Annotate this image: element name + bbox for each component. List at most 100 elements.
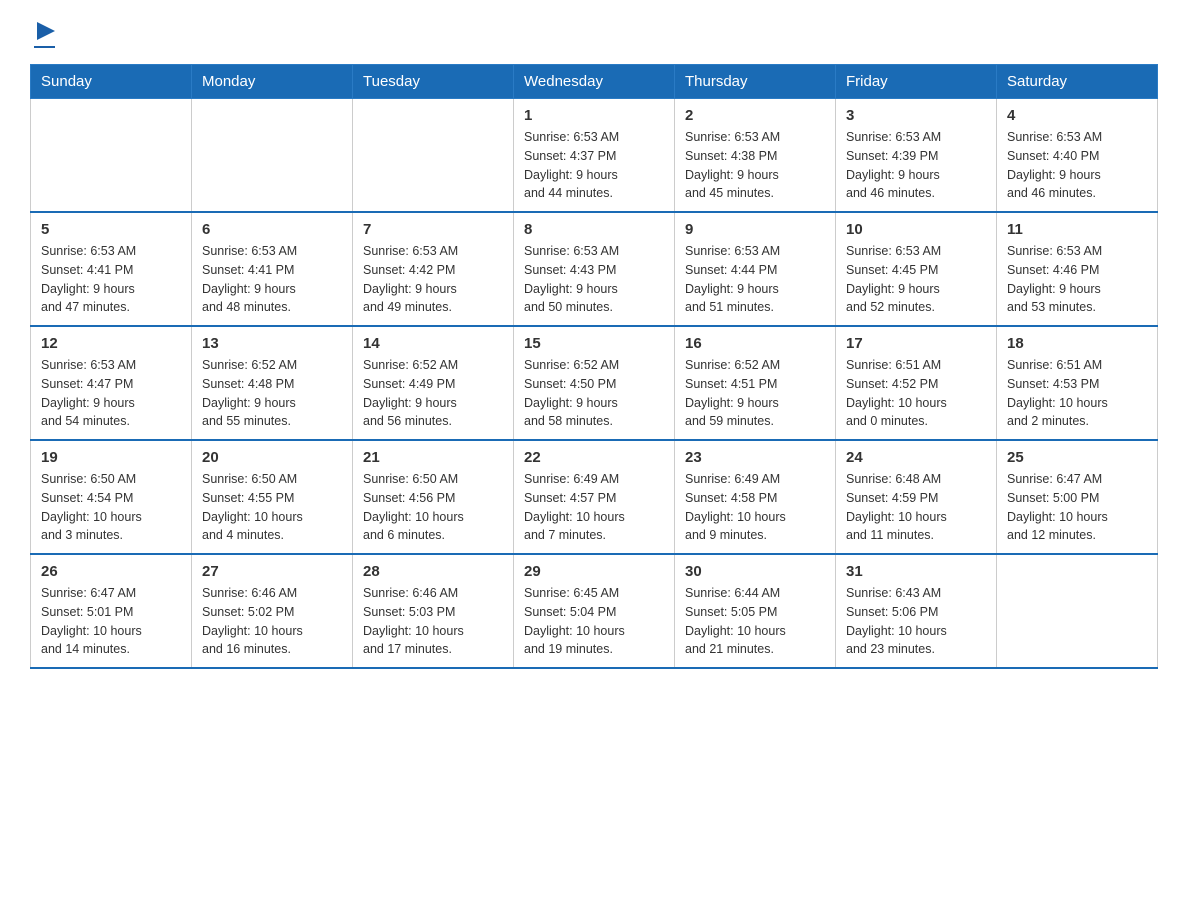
- calendar-cell: [31, 99, 192, 213]
- day-info: Sunrise: 6:53 AM Sunset: 4:46 PM Dayligh…: [1007, 242, 1147, 317]
- day-number: 27: [202, 563, 342, 580]
- day-info: Sunrise: 6:47 AM Sunset: 5:01 PM Dayligh…: [41, 584, 181, 659]
- calendar-cell: 18 Sunrise: 6:51 AM Sunset: 4:53 PM Dayli…: [997, 326, 1158, 440]
- day-info: Sunrise: 6:49 AM Sunset: 4:58 PM Dayligh…: [685, 470, 825, 545]
- calendar-week-4: 19 Sunrise: 6:50 AM Sunset: 4:54 PM Dayli…: [31, 440, 1158, 554]
- day-number: 21: [363, 449, 503, 466]
- day-number: 1: [524, 107, 664, 124]
- weekday-header-row: SundayMondayTuesdayWednesdayThursdayFrid…: [31, 65, 1158, 99]
- day-info: Sunrise: 6:53 AM Sunset: 4:41 PM Dayligh…: [41, 242, 181, 317]
- calendar-week-1: 1 Sunrise: 6:53 AM Sunset: 4:37 PM Daylig…: [31, 99, 1158, 213]
- calendar-cell: 7 Sunrise: 6:53 AM Sunset: 4:42 PM Daylig…: [353, 212, 514, 326]
- calendar-cell: 28 Sunrise: 6:46 AM Sunset: 5:03 PM Dayli…: [353, 554, 514, 668]
- day-number: 30: [685, 563, 825, 580]
- calendar-week-3: 12 Sunrise: 6:53 AM Sunset: 4:47 PM Dayli…: [31, 326, 1158, 440]
- calendar-cell: 21 Sunrise: 6:50 AM Sunset: 4:56 PM Dayli…: [353, 440, 514, 554]
- day-number: 5: [41, 221, 181, 238]
- day-info: Sunrise: 6:53 AM Sunset: 4:39 PM Dayligh…: [846, 128, 986, 203]
- day-info: Sunrise: 6:53 AM Sunset: 4:42 PM Dayligh…: [363, 242, 503, 317]
- day-info: Sunrise: 6:53 AM Sunset: 4:37 PM Dayligh…: [524, 128, 664, 203]
- calendar-week-5: 26 Sunrise: 6:47 AM Sunset: 5:01 PM Dayli…: [31, 554, 1158, 668]
- page-header: [30, 20, 1158, 48]
- day-number: 23: [685, 449, 825, 466]
- calendar-cell: [997, 554, 1158, 668]
- day-info: Sunrise: 6:52 AM Sunset: 4:51 PM Dayligh…: [685, 356, 825, 431]
- calendar-cell: 4Sunrise: 6:53 AM Sunset: 4:40 PM Daylig…: [997, 99, 1158, 213]
- day-info: Sunrise: 6:52 AM Sunset: 4:49 PM Dayligh…: [363, 356, 503, 431]
- day-number: 20: [202, 449, 342, 466]
- day-number: 7: [363, 221, 503, 238]
- day-number: 4: [1007, 107, 1147, 124]
- day-number: 28: [363, 563, 503, 580]
- calendar-cell: 2 Sunrise: 6:53 AM Sunset: 4:38 PM Daylig…: [675, 99, 836, 213]
- day-info: Sunrise: 6:47 AM Sunset: 5:00 PM Dayligh…: [1007, 470, 1147, 545]
- day-info: Sunrise: 6:46 AM Sunset: 5:03 PM Dayligh…: [363, 584, 503, 659]
- logo-icon: [37, 22, 55, 40]
- weekday-header-monday: Monday: [192, 65, 353, 99]
- day-number: 16: [685, 335, 825, 352]
- weekday-header-thursday: Thursday: [675, 65, 836, 99]
- day-info: Sunrise: 6:52 AM Sunset: 4:50 PM Dayligh…: [524, 356, 664, 431]
- day-info: Sunrise: 6:49 AM Sunset: 4:57 PM Dayligh…: [524, 470, 664, 545]
- calendar-cell: 11 Sunrise: 6:53 AM Sunset: 4:46 PM Dayli…: [997, 212, 1158, 326]
- day-info: Sunrise: 6:52 AM Sunset: 4:48 PM Dayligh…: [202, 356, 342, 431]
- day-number: 11: [1007, 221, 1147, 238]
- day-number: 18: [1007, 335, 1147, 352]
- calendar-cell: 3 Sunrise: 6:53 AM Sunset: 4:39 PM Daylig…: [836, 99, 997, 213]
- calendar-cell: 20 Sunrise: 6:50 AM Sunset: 4:55 PM Dayli…: [192, 440, 353, 554]
- day-number: 29: [524, 563, 664, 580]
- calendar-cell: 25 Sunrise: 6:47 AM Sunset: 5:00 PM Dayli…: [997, 440, 1158, 554]
- calendar-cell: 27Sunrise: 6:46 AM Sunset: 5:02 PM Dayli…: [192, 554, 353, 668]
- weekday-header-wednesday: Wednesday: [514, 65, 675, 99]
- day-number: 15: [524, 335, 664, 352]
- day-number: 9: [685, 221, 825, 238]
- day-number: 17: [846, 335, 986, 352]
- day-number: 12: [41, 335, 181, 352]
- calendar-cell: 31 Sunrise: 6:43 AM Sunset: 5:06 PM Dayli…: [836, 554, 997, 668]
- day-number: 6: [202, 221, 342, 238]
- day-info: Sunrise: 6:53 AM Sunset: 4:44 PM Dayligh…: [685, 242, 825, 317]
- calendar-cell: 8 Sunrise: 6:53 AM Sunset: 4:43 PM Daylig…: [514, 212, 675, 326]
- day-number: 10: [846, 221, 986, 238]
- day-info: Sunrise: 6:43 AM Sunset: 5:06 PM Dayligh…: [846, 584, 986, 659]
- day-number: 8: [524, 221, 664, 238]
- calendar-cell: 30 Sunrise: 6:44 AM Sunset: 5:05 PM Dayli…: [675, 554, 836, 668]
- day-info: Sunrise: 6:50 AM Sunset: 4:55 PM Dayligh…: [202, 470, 342, 545]
- calendar-cell: 19 Sunrise: 6:50 AM Sunset: 4:54 PM Dayli…: [31, 440, 192, 554]
- day-number: 25: [1007, 449, 1147, 466]
- day-number: 22: [524, 449, 664, 466]
- weekday-header-friday: Friday: [836, 65, 997, 99]
- weekday-header-tuesday: Tuesday: [353, 65, 514, 99]
- calendar-week-2: 5 Sunrise: 6:53 AM Sunset: 4:41 PM Daylig…: [31, 212, 1158, 326]
- calendar-cell: 29 Sunrise: 6:45 AM Sunset: 5:04 PM Dayli…: [514, 554, 675, 668]
- calendar-cell: 1 Sunrise: 6:53 AM Sunset: 4:37 PM Daylig…: [514, 99, 675, 213]
- day-info: Sunrise: 6:53 AM Sunset: 4:43 PM Dayligh…: [524, 242, 664, 317]
- calendar-cell: 15 Sunrise: 6:52 AM Sunset: 4:50 PM Dayli…: [514, 326, 675, 440]
- day-number: 2: [685, 107, 825, 124]
- day-info: Sunrise: 6:51 AM Sunset: 4:52 PM Dayligh…: [846, 356, 986, 431]
- day-number: 14: [363, 335, 503, 352]
- day-info: Sunrise: 6:53 AM Sunset: 4:41 PM Dayligh…: [202, 242, 342, 317]
- day-info: Sunrise: 6:50 AM Sunset: 4:54 PM Dayligh…: [41, 470, 181, 545]
- day-number: 13: [202, 335, 342, 352]
- calendar-cell: 10 Sunrise: 6:53 AM Sunset: 4:45 PM Dayli…: [836, 212, 997, 326]
- calendar-cell: 6 Sunrise: 6:53 AM Sunset: 4:41 PM Daylig…: [192, 212, 353, 326]
- day-info: Sunrise: 6:53 AM Sunset: 4:47 PM Dayligh…: [41, 356, 181, 431]
- day-number: 26: [41, 563, 181, 580]
- day-info: Sunrise: 6:48 AM Sunset: 4:59 PM Dayligh…: [846, 470, 986, 545]
- day-number: 3: [846, 107, 986, 124]
- day-info: Sunrise: 6:45 AM Sunset: 5:04 PM Dayligh…: [524, 584, 664, 659]
- day-info: Sunrise: 6:50 AM Sunset: 4:56 PM Dayligh…: [363, 470, 503, 545]
- weekday-header-sunday: Sunday: [31, 65, 192, 99]
- day-info: Sunrise: 6:51 AM Sunset: 4:53 PM Dayligh…: [1007, 356, 1147, 431]
- day-number: 19: [41, 449, 181, 466]
- day-number: 31: [846, 563, 986, 580]
- logo: [30, 20, 55, 48]
- day-info: Sunrise: 6:53 AM Sunset: 4:45 PM Dayligh…: [846, 242, 986, 317]
- day-info: Sunrise: 6:53 AM Sunset: 4:38 PM Dayligh…: [685, 128, 825, 203]
- calendar-cell: 22 Sunrise: 6:49 AM Sunset: 4:57 PM Dayli…: [514, 440, 675, 554]
- day-info: Sunrise: 6:44 AM Sunset: 5:05 PM Dayligh…: [685, 584, 825, 659]
- calendar-cell: [353, 99, 514, 213]
- calendar-cell: 12 Sunrise: 6:53 AM Sunset: 4:47 PM Dayli…: [31, 326, 192, 440]
- weekday-header-saturday: Saturday: [997, 65, 1158, 99]
